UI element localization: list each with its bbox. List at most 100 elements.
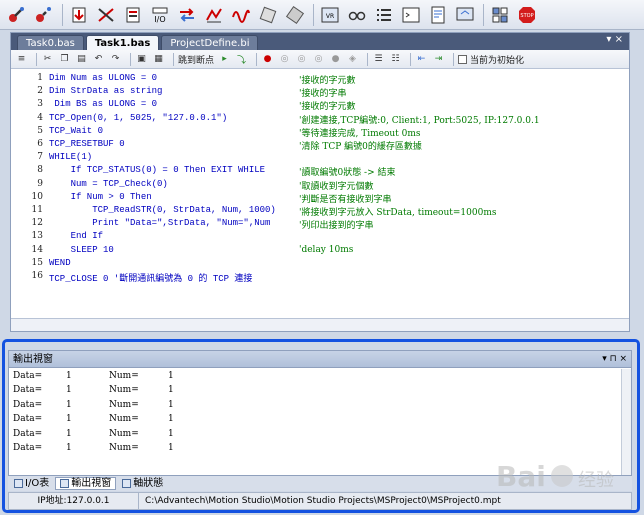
edit-toolbar-separator (36, 52, 37, 66)
scope-icon[interactable] (203, 4, 225, 26)
output-row-num-label: Num= (109, 371, 139, 381)
clear-breakpoints-icon[interactable]: ● (329, 53, 342, 66)
code-line[interactable]: End If (49, 231, 103, 241)
step-icon[interactable]: ▸ (218, 53, 231, 66)
terminal-icon[interactable] (400, 4, 422, 26)
code-line[interactable]: If TCP_STATUS(0) = 0 Then EXIT WHILE (49, 165, 265, 175)
line-number-gutter: 1 2 3 4 5 6 7 8 9 10 11 12 13 14 15 16 (11, 70, 47, 318)
io-table-icon (14, 479, 23, 488)
stop-icon[interactable]: STOP (516, 4, 538, 26)
editor-status-strip (11, 318, 629, 331)
undo-icon[interactable]: ↶ (92, 53, 105, 66)
code-line[interactable]: Dim StrData as string (49, 86, 162, 96)
code-line[interactable]: Num = TCP_Check(0) (49, 179, 168, 189)
save-all-icon[interactable]: ▦ (152, 53, 165, 66)
line-number: 14 (31, 244, 43, 255)
tab-controls[interactable]: ▾ × (606, 34, 623, 45)
cut-icon[interactable]: ✂ (41, 53, 54, 66)
connect-icon[interactable] (6, 4, 28, 26)
run-to-breakpoint-label[interactable]: 跳到断点 (178, 53, 214, 66)
axis-icon[interactable] (257, 4, 279, 26)
output-row-value: 1 (66, 443, 72, 453)
code-line[interactable]: Print "Data=",StrData, "Num=",Num (49, 218, 270, 228)
axis-config-icon[interactable] (284, 4, 306, 26)
line-number: 5 (37, 125, 43, 136)
outdent-icon[interactable]: ⇤ (415, 53, 428, 66)
svg-text:经验: 经验 (578, 470, 614, 491)
code-comment: '取讀收到字元個數 (299, 181, 374, 192)
code-line[interactable]: Dim Num as ULONG = 0 (49, 73, 157, 83)
code-line[interactable]: TCP_Open(0, 1, 5025, "127.0.0.1") (49, 113, 227, 123)
output-row-label: Data= (13, 399, 43, 410)
step-into-icon[interactable]: ⤵ (235, 53, 248, 66)
format-icon[interactable]: ⇥ (432, 53, 445, 66)
init-checkbox[interactable] (458, 54, 468, 64)
output-row-num: 1 (168, 385, 174, 396)
tab-output-window[interactable]: 輸出視窗 (55, 477, 117, 490)
tab-io-table[interactable]: I/O表 (10, 477, 53, 490)
save-icon[interactable]: ▣ (135, 53, 148, 66)
uncomment-icon[interactable]: ☷ (389, 53, 402, 66)
glasses-icon[interactable] (346, 4, 368, 26)
output-row-num-label: Num= (109, 385, 139, 396)
document-tabbar: Task0.bas Task1.bas ProjectDefine.bi ▾ × (11, 33, 629, 50)
view-icon[interactable]: VR (319, 4, 341, 26)
output-row-num: 1 (168, 428, 174, 439)
axis-status-icon (122, 479, 132, 488)
output-window-controls[interactable]: ▾ ⊓ × (602, 351, 627, 368)
document-icon[interactable] (427, 4, 449, 26)
io-label: I/O (154, 15, 165, 24)
code-line[interactable]: WEND (49, 258, 71, 268)
tab-task0[interactable]: Task0.bas (17, 35, 84, 50)
output-row-num-label: Num= (109, 443, 139, 453)
tab-axis-status-label: 軸狀態 (133, 478, 164, 489)
download-icon[interactable] (68, 4, 90, 26)
io-icon[interactable]: I/O (149, 4, 171, 26)
edit-toolbar-separator (410, 52, 412, 66)
transfer-icon[interactable] (176, 4, 198, 26)
output-row-num: 1 (168, 414, 174, 425)
code-line[interactable]: TCP_CLOSE 0 '斷開通訊編號為 0 的 TCP 連接 (49, 271, 252, 284)
display-icon[interactable] (454, 4, 476, 26)
line-number: 3 (37, 99, 43, 110)
code-line[interactable]: TCP_ReadSTR(0, StrData, Num, 1000) (49, 205, 276, 215)
code-line[interactable]: SLEEP 10 (49, 245, 114, 255)
resume-icon[interactable]: ◎ (295, 53, 308, 66)
output-row-num-label: Num= (109, 399, 139, 410)
output-row-value: 1 (66, 428, 72, 439)
status-project-path: C:\Advantech\Motion Studio\Motion Studio… (145, 496, 501, 506)
comment-icon[interactable]: ☰ (372, 53, 385, 66)
code-line[interactable]: TCP_Wait 0 (49, 126, 103, 136)
settings-icon[interactable] (489, 4, 511, 26)
copy-icon[interactable]: ❐ (58, 53, 71, 66)
project-icon[interactable] (122, 4, 144, 26)
toggle-icon[interactable]: ◈ (346, 53, 359, 66)
line-number: 1 (37, 73, 43, 83)
line-number: 7 (37, 152, 43, 163)
output-row-num: 1 (168, 399, 174, 410)
edit-toolbar-separator (130, 52, 131, 66)
code-area[interactable]: 1 2 3 4 5 6 7 8 9 10 11 12 13 14 15 16 Dim Num as ULONG… (11, 70, 629, 318)
tab-axis-status[interactable]: 軸狀態 (118, 477, 167, 490)
reset-icon[interactable]: ◎ (312, 53, 325, 66)
output-row-value: 1 (66, 385, 72, 396)
list-icon[interactable] (373, 4, 395, 26)
breakpoint-icon[interactable]: ● (261, 53, 274, 66)
redo-icon[interactable]: ↷ (109, 53, 122, 66)
upload-icon[interactable] (95, 4, 117, 26)
output-window-icon (60, 479, 70, 488)
waveform-icon[interactable] (230, 4, 252, 26)
disconnect-icon[interactable] (33, 4, 55, 26)
tab-task1[interactable]: Task1.bas (85, 35, 160, 50)
output-row-value: 1 (66, 414, 72, 425)
indent-icon[interactable]: ≡ (15, 53, 28, 66)
paste-icon[interactable]: ▤ (75, 53, 88, 66)
pause-icon[interactable]: ◎ (278, 53, 291, 66)
code-line[interactable]: TCP_RESETBUF 0 (49, 139, 125, 149)
code-comment: '接收的字串 (299, 89, 347, 100)
code-line[interactable]: If Num > 0 Then (49, 192, 152, 202)
output-row-value: 1 (66, 371, 72, 381)
code-line[interactable]: WHILE(1) (49, 152, 92, 162)
code-line[interactable]: Dim BS as ULONG = 0 (49, 99, 157, 109)
tab-project-define[interactable]: ProjectDefine.bi (161, 35, 259, 50)
